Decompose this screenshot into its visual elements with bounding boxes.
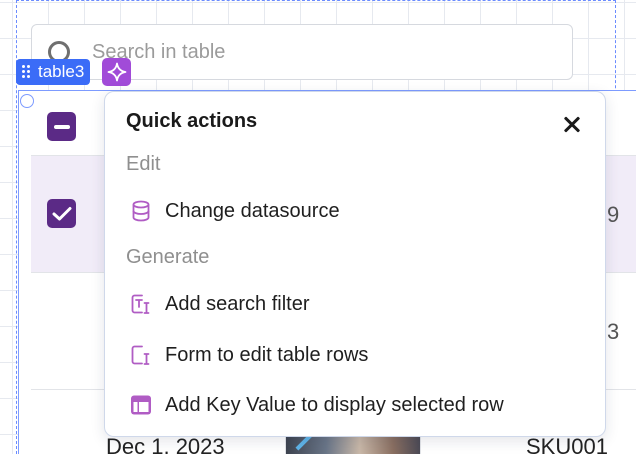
row-checkbox[interactable] (47, 199, 76, 228)
form-icon (131, 345, 150, 365)
action-label: Form to edit table rows (165, 343, 369, 366)
add-search-filter-button[interactable]: Add search filter (117, 284, 595, 324)
key-value-table-icon (131, 395, 151, 415)
popover-title: Quick actions (126, 110, 258, 132)
add-key-value-button[interactable]: Add Key Value to display selected row (117, 385, 595, 425)
text-input-icon (131, 294, 150, 314)
drag-handle-icon[interactable] (22, 65, 32, 79)
resize-handle[interactable] (20, 94, 34, 108)
change-datasource-button[interactable]: Change datasource (117, 191, 595, 231)
cell-value: 9 (607, 202, 620, 227)
select-all-checkbox[interactable] (47, 112, 76, 141)
sparkle-icon (107, 62, 126, 82)
widget-name-label: table3 (38, 62, 85, 81)
cell-value: 3 (607, 319, 620, 344)
quick-actions-popover: Quick actions Edit Change datasource Gen… (104, 91, 606, 437)
checkmark-icon (52, 206, 71, 220)
cell-date: Dec 1, 2023 (106, 434, 225, 454)
ai-assist-button[interactable] (102, 58, 131, 86)
action-label: Add Key Value to display selected row (165, 393, 504, 416)
action-label: Change datasource (165, 199, 340, 222)
action-label: Add search filter (165, 292, 310, 315)
cell-sku: SKU001 (526, 434, 608, 454)
section-label-edit: Edit (126, 153, 161, 175)
section-label-generate: Generate (126, 246, 210, 268)
widget-name-tag[interactable]: table3 (16, 59, 91, 85)
database-icon (132, 200, 150, 222)
form-to-edit-rows-button[interactable]: Form to edit table rows (117, 335, 595, 375)
close-icon[interactable] (560, 112, 586, 138)
product-image (286, 434, 420, 454)
indeterminate-icon (53, 124, 70, 129)
